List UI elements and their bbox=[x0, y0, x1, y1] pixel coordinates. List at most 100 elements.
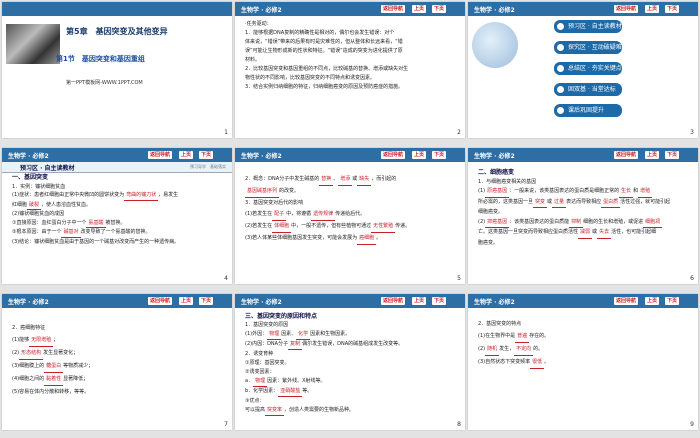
text-line: ②诱变因素： bbox=[245, 369, 275, 375]
prev-button[interactable]: 上页 bbox=[179, 151, 194, 159]
answer-blank: 原癌基因 bbox=[485, 187, 510, 198]
chapter-title: 第5章 基因突变及其他变异 bbox=[66, 27, 168, 36]
page-number: 7 bbox=[224, 421, 228, 428]
next-button[interactable]: 下页 bbox=[199, 297, 214, 305]
text-line: (3)结论：镰状细胞贫血是由于基因的一个碱基对改变而产生的一种遗传病。 bbox=[12, 238, 180, 245]
prev-button[interactable]: 上页 bbox=[645, 151, 660, 159]
nav-button[interactable]: 返回导航 bbox=[148, 151, 173, 159]
answer-blank: 基因碱基序列 bbox=[245, 186, 280, 198]
prev-button[interactable]: 上页 bbox=[412, 151, 427, 159]
nav-button[interactable]: 返回导航 bbox=[381, 297, 406, 305]
answer-blank: 增殖 bbox=[638, 187, 653, 198]
page-number: 1 bbox=[224, 129, 228, 136]
slide-thumbnail-9[interactable]: 生物学 · 必修2 返回导航 上页 下页 2．基因突变的特点 (1)在生物界中是… bbox=[468, 294, 698, 430]
answer-blank: 复制 bbox=[288, 340, 303, 350]
text-line: 2．基因突变的特点 bbox=[478, 321, 522, 327]
answer-blank: 随机 bbox=[485, 343, 500, 356]
prev-button[interactable]: 上页 bbox=[179, 297, 194, 305]
answer-blank: 弯曲的镰刀状 bbox=[124, 191, 159, 201]
text-line: b．化学因素： 亚硝酸盐 等。 bbox=[245, 387, 457, 397]
text-line: 基因碱基序列 的改变。 bbox=[245, 186, 457, 198]
text-line: ①原理：基因突变。 bbox=[245, 360, 290, 366]
menu-item-practice[interactable]: 固双基 · 当堂达标 bbox=[554, 83, 622, 96]
answer-blank: 细胞凋 bbox=[643, 218, 663, 228]
prev-button[interactable]: 上页 bbox=[645, 5, 660, 13]
nav-button[interactable]: 返回导航 bbox=[614, 297, 639, 305]
next-button[interactable]: 下页 bbox=[199, 151, 214, 159]
menu-item-summary[interactable]: 总结区 · 夯实关键点 bbox=[554, 62, 622, 75]
text-line: 1．与细胞癌变相关的基因 bbox=[478, 178, 537, 185]
menu-item-explore[interactable]: 探究区 · 互动破疑难 bbox=[554, 41, 622, 54]
answer-blank: 失去 bbox=[597, 228, 612, 239]
next-button[interactable]: 下页 bbox=[432, 151, 447, 159]
answer-blank: 抑癌基因 bbox=[485, 218, 510, 228]
slide-header: 生物学 · 必修2 返回导航 上页 下页 bbox=[468, 148, 698, 162]
slide-thumbnail-6[interactable]: 生物学 · 必修2 返回导航 上页 下页 二、细胞癌变 1．与细胞癌变相关的基因… bbox=[468, 148, 698, 284]
text-line: (2)内因：DNA分子 复制 偶尔发生错误，DNA的碱基组成发生改变等。 bbox=[245, 340, 457, 350]
nav-button[interactable]: 返回导航 bbox=[614, 5, 639, 13]
slide-header: 生物学 · 必修2 返回导航 上页 下页 bbox=[468, 2, 698, 16]
text-line: 2．诱变育种 bbox=[245, 351, 274, 357]
text-line: 胞癌变。 bbox=[478, 239, 499, 246]
menu-item-homework[interactable]: 课后巩固提升 bbox=[554, 104, 622, 117]
next-button[interactable]: 下页 bbox=[432, 297, 447, 305]
answer-blank: 黏着性 bbox=[44, 373, 64, 386]
next-button[interactable]: 下页 bbox=[665, 5, 680, 13]
next-button[interactable]: 下页 bbox=[665, 151, 680, 159]
prev-button[interactable]: 上页 bbox=[412, 297, 427, 305]
text-line: 3．基因突变对后代的影响 bbox=[245, 200, 304, 206]
text-line: 2．概念：DNA分子中发生碱基的 替换、增添或缺失 ，而引起的 bbox=[245, 174, 457, 186]
nav-button[interactable]: 返回导航 bbox=[148, 297, 173, 305]
slide-thumbnail-1[interactable]: 第5章 基因突变及其他变异 第1节 基因突变和基因重组 第一PPT模板网-WWW… bbox=[2, 2, 232, 138]
subject-label: 生物学 · 必修2 bbox=[8, 299, 49, 306]
subject-label: 生物学 · 必修2 bbox=[241, 7, 282, 14]
slide-header: 生物学 · 必修2 返回导航 上页 下页 bbox=[468, 294, 698, 308]
answer-blank: 物理 bbox=[253, 377, 268, 387]
text-line: 1．基因突变的原因 bbox=[245, 322, 289, 328]
answer-blank: 抑制 bbox=[569, 218, 584, 228]
text-line: 误”可能让生物形成新的性状和特征。“错误”造成的突变为进化提供了原 bbox=[245, 48, 403, 54]
answer-blank: 碱基对 bbox=[61, 228, 81, 238]
text-line: (2) 随机 发生， 不定向 的。 bbox=[478, 343, 690, 356]
answer-blank: 普遍 bbox=[515, 330, 530, 343]
site-credit: 第一PPT模板网-WWW.1PPT.COM bbox=[66, 80, 143, 86]
slide-thumbnail-7[interactable]: 生物学 · 必修2 返回导航 上页 下页 2．癌细胞特征 (1)能够 无限增殖； … bbox=[2, 294, 232, 430]
answer-blank: 无限增殖 bbox=[29, 334, 54, 347]
text-line: ②根本原因：由于一个 碱基对 改变导致了一个氨基酸的替换。 bbox=[12, 228, 224, 238]
text-line: (4)细胞之间的 黏着性 显著降低； bbox=[12, 373, 224, 386]
section-heading: 二、细胞癌变 bbox=[478, 169, 515, 176]
slide-thumbnail-8[interactable]: 生物学 · 必修2 返回导航 上页 下页 三、基因突变的原因和特点 1．基因突变… bbox=[235, 294, 465, 430]
slide-thumbnail-3[interactable]: 生物学 · 必修2 返回导航 上页 下页 预习区 · 自主读教材 探究区 · 互… bbox=[468, 2, 698, 138]
page-number: 6 bbox=[690, 275, 694, 282]
text-line: (2)若发生在 体细胞 中，一般不遗传，但有些植物可通过 无性繁殖 传递。 bbox=[245, 221, 457, 233]
prev-button[interactable]: 上页 bbox=[645, 297, 660, 305]
text-line: (3)细胞膜上的 糖蛋白 等物质减少； bbox=[12, 360, 224, 373]
next-button[interactable]: 下页 bbox=[665, 297, 680, 305]
answer-blank: 很低 bbox=[530, 356, 545, 369]
nav-button[interactable]: 返回导航 bbox=[614, 151, 639, 159]
slide-thumbnail-2[interactable]: 生物学 · 必修2 返回导航 上页 下页 ·任务驱动： 1．能够根据DNA复制的… bbox=[235, 2, 465, 138]
slide-header: 生物学 · 必修2 返回导航 上页 下页 bbox=[2, 294, 232, 308]
menu-item-preview[interactable]: 预习区 · 自主读教材 bbox=[554, 20, 622, 33]
prev-button[interactable]: 上页 bbox=[412, 5, 427, 13]
slide-thumbnail-4[interactable]: 生物学 · 必修2 返回导航 上页 下页 预习区 · 自主读教材 预习导学 基础… bbox=[2, 148, 232, 284]
section-bar: 预习区 · 自主读教材 预习导学 基础落实 bbox=[2, 162, 232, 173]
text-line: 3．结合实例归纳细胞的特征，归纳细胞癌变的原因及预防癌症的措施。 bbox=[245, 84, 404, 90]
answer-blank: 遗传规律 bbox=[311, 209, 336, 221]
nav-button[interactable]: 返回导航 bbox=[381, 151, 406, 159]
subject-label: 生物学 · 必修2 bbox=[241, 299, 282, 306]
nav-button[interactable]: 返回导航 bbox=[381, 5, 406, 13]
slide-header bbox=[2, 2, 232, 16]
answer-blank: 癌细胞 bbox=[357, 233, 377, 245]
subject-label: 生物学 · 必修2 bbox=[474, 153, 515, 160]
text-line: ·任务驱动： bbox=[245, 21, 272, 27]
slide-thumbnail-5[interactable]: 生物学 · 必修2 返回导航 上页 下页 2．概念：DNA分子中发生碱基的 替换、… bbox=[235, 148, 465, 284]
answer-blank: 物理 bbox=[267, 330, 282, 340]
answer-blank: 亚硝酸盐 bbox=[278, 387, 303, 397]
answer-blank: 破裂 bbox=[27, 201, 42, 210]
answer-blank: 糖蛋白 bbox=[44, 360, 64, 373]
text-line: (1)外因： 物理 因素、 化学 因素和生物因素。 bbox=[245, 330, 457, 340]
next-button[interactable]: 下页 bbox=[432, 5, 447, 13]
text-line: 物性状的不同影响，比较基因突变的不同特点和诱变因素。 bbox=[245, 75, 376, 81]
text-line: 可以提高 突变率 ，创造人类需要的生物新品种。 bbox=[245, 406, 457, 416]
